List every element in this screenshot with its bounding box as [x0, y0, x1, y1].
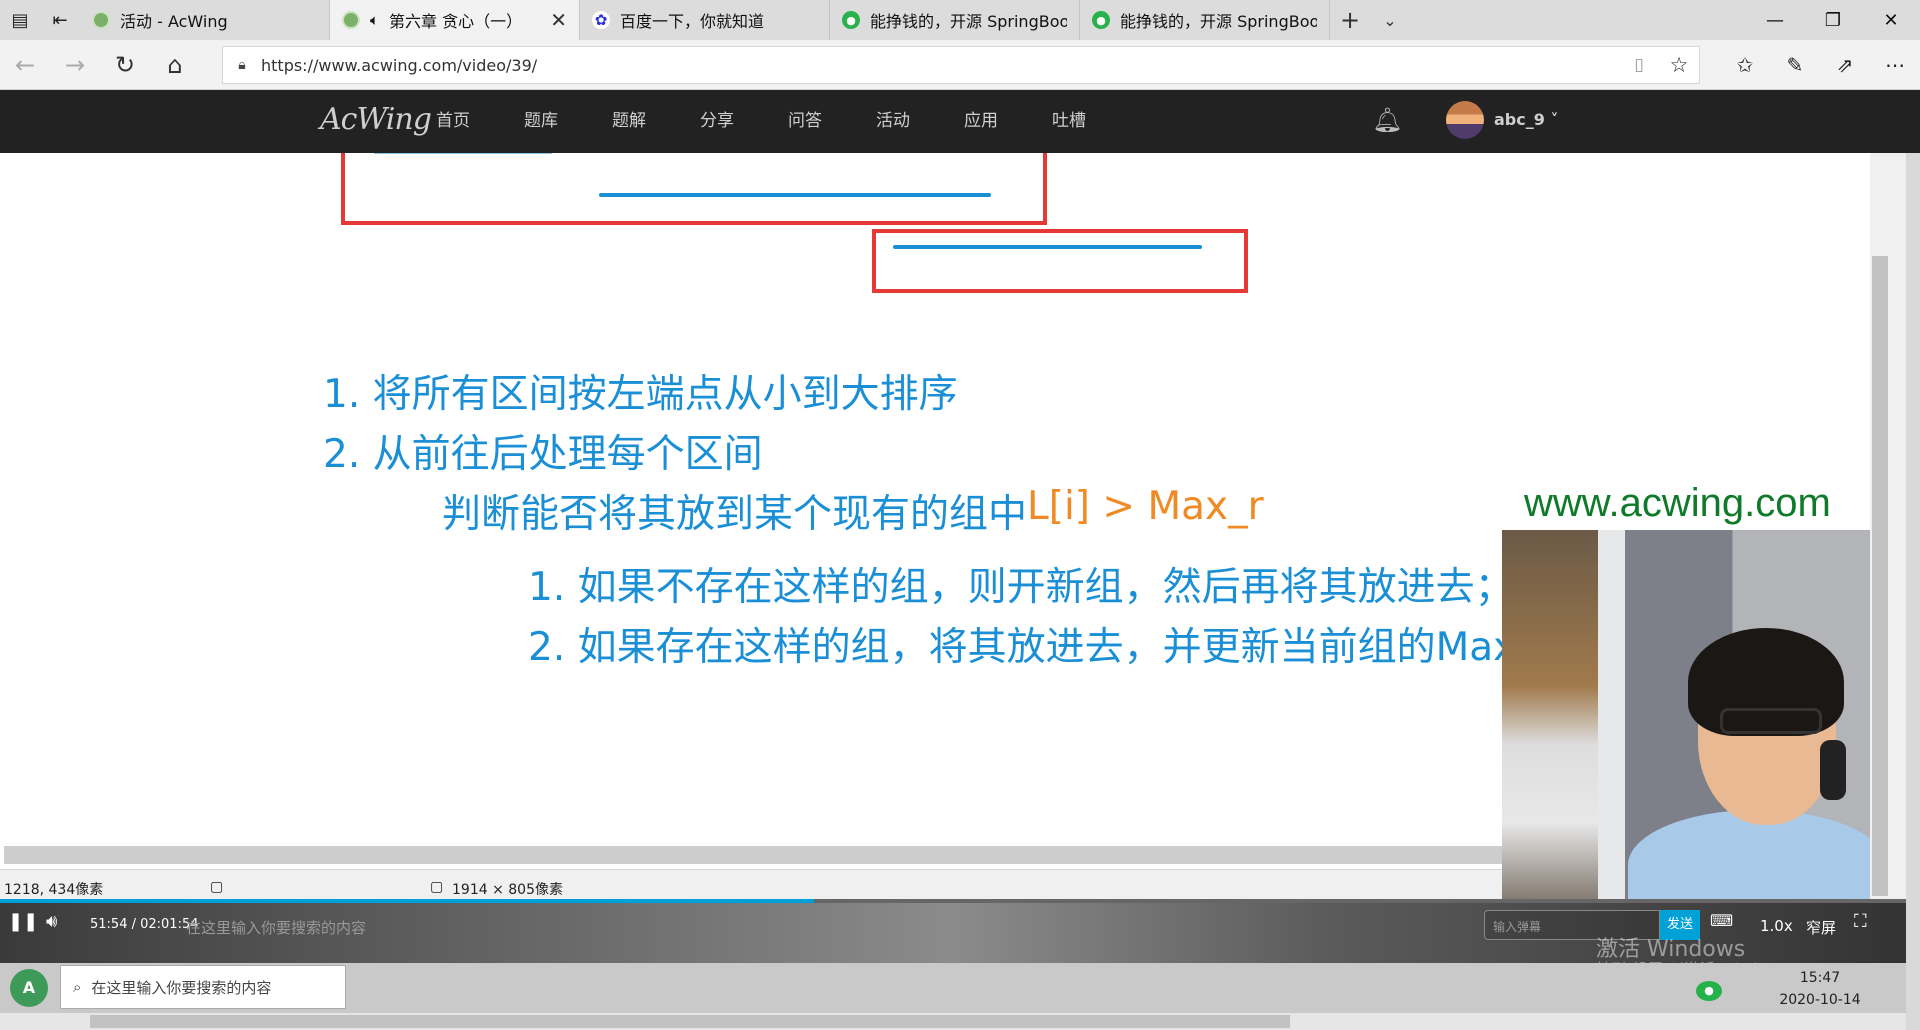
acwing-watermark: www.acwing.com	[1524, 481, 1831, 525]
page-horizontal-scrollbar[interactable]	[0, 1013, 1906, 1030]
scroll-thumb	[1872, 256, 1888, 896]
tab-title: 第六章 贪心（一）	[389, 12, 523, 31]
interval-group-box-1	[341, 153, 1047, 225]
favorites-list-icon[interactable]: ✩	[1730, 50, 1760, 80]
widescreen-button[interactable]: 窄屏	[1806, 917, 1836, 938]
webcam-overlay	[1502, 530, 1886, 920]
nav-item-activity[interactable]: 活动	[876, 90, 964, 153]
tab-activity[interactable]: 活动 - AcWing	[80, 0, 330, 40]
taskbar-search-placeholder: 在这里输入你要搜索的内容	[91, 978, 272, 997]
tab-title: 能挣钱的，开源 SpringBoot	[1120, 12, 1317, 31]
url-text[interactable]: https://www.acwing.com/video/39/	[261, 56, 1619, 75]
video-player[interactable]: 1. 将所有区间按左端点从小到大排序 2. 从前往后处理每个区间 判断能否将其放…	[0, 153, 1906, 963]
nav-item-qa[interactable]: 问答	[788, 90, 876, 153]
username-dropdown[interactable]: abc_9 ˅	[1494, 110, 1558, 129]
select-icon: ▢	[210, 879, 224, 895]
pause-icon[interactable]: ❚❚	[8, 911, 38, 932]
speaker-icon[interactable]: 🔈︎	[370, 11, 379, 29]
minimize-icon[interactable]: —	[1746, 0, 1804, 40]
size-icon: ▢	[430, 879, 444, 895]
background-shelf	[1502, 530, 1598, 920]
tab-preview-chevron-icon[interactable]: ⌄	[1370, 0, 1410, 40]
danmu-toggle-icon[interactable]: ⌨︎	[1710, 911, 1733, 930]
acwing-app-icon[interactable]: A	[10, 969, 48, 1007]
home-button[interactable]: ⌂	[160, 50, 190, 80]
browser-toolbar-icons: ✩ ✎ ⇗ ⋯	[1730, 50, 1910, 80]
wechat-favicon-icon: ●	[842, 11, 860, 29]
recorded-horizontal-scrollbar	[4, 846, 1502, 864]
window-controls: — ❐ ✕	[1746, 0, 1920, 40]
headphone	[1820, 740, 1846, 800]
restore-icon[interactable]: ❐	[1804, 0, 1862, 40]
slide-step-1: 1. 将所有区间按左端点从小到大排序	[323, 372, 958, 417]
windows-taskbar: A ⌕ 在这里输入你要搜索的内容 ● 15:47 2020-10-14	[0, 963, 1906, 1013]
site-menu: 首页 题库 题解 分享 问答 活动 应用 吐槽	[436, 90, 1140, 153]
recorded-vertical-scrollbar	[1870, 153, 1906, 963]
slide-step-2: 2. 从前往后处理每个区间	[323, 432, 763, 477]
scroll-thumb[interactable]	[90, 1015, 1290, 1028]
fullscreen-icon[interactable]: ⛶	[1854, 911, 1867, 932]
slide-judge-text: 判断能否将其放到某个现有的组中	[442, 492, 1028, 537]
clock-date: 2020-10-14	[1779, 992, 1861, 1008]
nav-item-apps[interactable]: 应用	[964, 90, 1052, 153]
more-menu-icon[interactable]: ⋯	[1880, 50, 1910, 80]
nav-item-solutions[interactable]: 题解	[612, 90, 700, 153]
interval-group-box-2	[872, 229, 1248, 293]
close-tab-icon[interactable]: ✕	[550, 8, 567, 32]
refresh-button[interactable]: ↻	[110, 50, 140, 80]
slide-judge-line: 判断能否将其放到某个现有的组中L[i] > Max_r	[442, 483, 1264, 539]
playback-time: 51:54 / 02:01:54	[90, 917, 199, 932]
browser-tab-strip: ▤ ⇤ 活动 - AcWing 🔈︎ 第六章 贪心（一） ✕ ✿ 百度一下，你就…	[0, 0, 1920, 40]
tab-springboot-1[interactable]: ● 能挣钱的，开源 SpringBoot	[830, 0, 1080, 40]
address-bar[interactable]: 🔒︎ https://www.acwing.com/video/39/ ▯ ☆	[222, 46, 1700, 84]
taskbar-search[interactable]: ⌕ 在这里输入你要搜索的内容	[60, 965, 346, 1009]
nav-item-problems[interactable]: 题库	[524, 90, 612, 153]
new-tab-button[interactable]: +	[1330, 0, 1370, 40]
pen-note-icon[interactable]: ✎	[1780, 50, 1810, 80]
tab-title: 百度一下，你就知道	[620, 12, 765, 31]
lock-icon[interactable]: 🔒︎	[223, 57, 261, 73]
close-window-icon[interactable]: ✕	[1862, 0, 1920, 40]
slide-substep-1: 1. 如果不存在这样的组，则开新组，然后再将其放进去；	[528, 565, 1514, 610]
notification-bell-icon[interactable]: 🔔︎	[1372, 106, 1402, 134]
taskbar-clock[interactable]: 15:47 2020-10-14	[1760, 967, 1880, 1011]
nav-item-share[interactable]: 分享	[700, 90, 788, 153]
wechat-favicon-icon: ●	[1092, 11, 1110, 29]
recorded-status-bar: 1218, 434像素 ▢ ▢ 1914 × 805像素	[0, 869, 1502, 903]
acwing-favicon-icon	[92, 11, 110, 29]
forward-button[interactable]: →	[60, 50, 90, 80]
tab-baidu[interactable]: ✿ 百度一下，你就知道	[580, 0, 830, 40]
site-navbar: AcWing 首页 题库 题解 分享 问答 活动 应用 吐槽 🔔︎ abc_9 …	[0, 90, 1920, 153]
nav-item-feedback[interactable]: 吐槽	[1052, 90, 1140, 153]
volume-icon[interactable]: 🔊︎	[46, 911, 57, 932]
selection-size: 1914 × 805像素	[452, 882, 563, 898]
wechat-tray-icon[interactable]: ●	[1696, 981, 1722, 1001]
share-icon[interactable]: ⇗	[1830, 50, 1860, 80]
clock-time: 15:47	[1799, 970, 1841, 986]
set-aside-tabs-icon[interactable]: ⇤	[40, 0, 80, 40]
tab-title: 能挣钱的，开源 SpringBoot	[870, 12, 1067, 31]
reading-view-icon[interactable]: ▯	[1619, 55, 1659, 75]
search-icon: ⌕	[73, 978, 82, 996]
page-vertical-scrollbar[interactable]	[1906, 153, 1920, 1030]
username: abc_9	[1494, 110, 1545, 129]
tab-title: 活动 - AcWing	[120, 12, 228, 31]
slide-substep-2: 2. 如果存在这样的组，将其放进去，并更新当前组的Max_r	[528, 625, 1552, 670]
baidu-favicon-icon: ✿	[592, 11, 610, 29]
address-toolbar: ← → ↻ ⌂ 🔒︎ https://www.acwing.com/video/…	[0, 40, 1920, 90]
speed-button[interactable]: 1.0x	[1760, 917, 1793, 935]
tab-greedy-lesson[interactable]: 🔈︎ 第六章 贪心（一） ✕	[330, 0, 580, 40]
acwing-favicon-icon	[342, 11, 360, 29]
favorite-star-icon[interactable]: ☆	[1659, 53, 1699, 77]
recorded-taskbar-search-text: 在这里输入你要搜索的内容	[186, 919, 367, 937]
avatar[interactable]	[1446, 101, 1484, 139]
cursor-position: 1218, 434像素	[4, 882, 104, 898]
slide-judge-condition: L[i] > Max_r	[1027, 484, 1264, 529]
acwing-logo[interactable]: AcWing	[320, 102, 432, 137]
presenter-glasses	[1720, 708, 1822, 734]
tab-springboot-2[interactable]: ● 能挣钱的，开源 SpringBoot	[1080, 0, 1330, 40]
back-button[interactable]: ←	[10, 50, 40, 80]
tab-actions-icon[interactable]: ▤	[0, 0, 40, 40]
nav-item-home[interactable]: 首页	[436, 90, 524, 153]
